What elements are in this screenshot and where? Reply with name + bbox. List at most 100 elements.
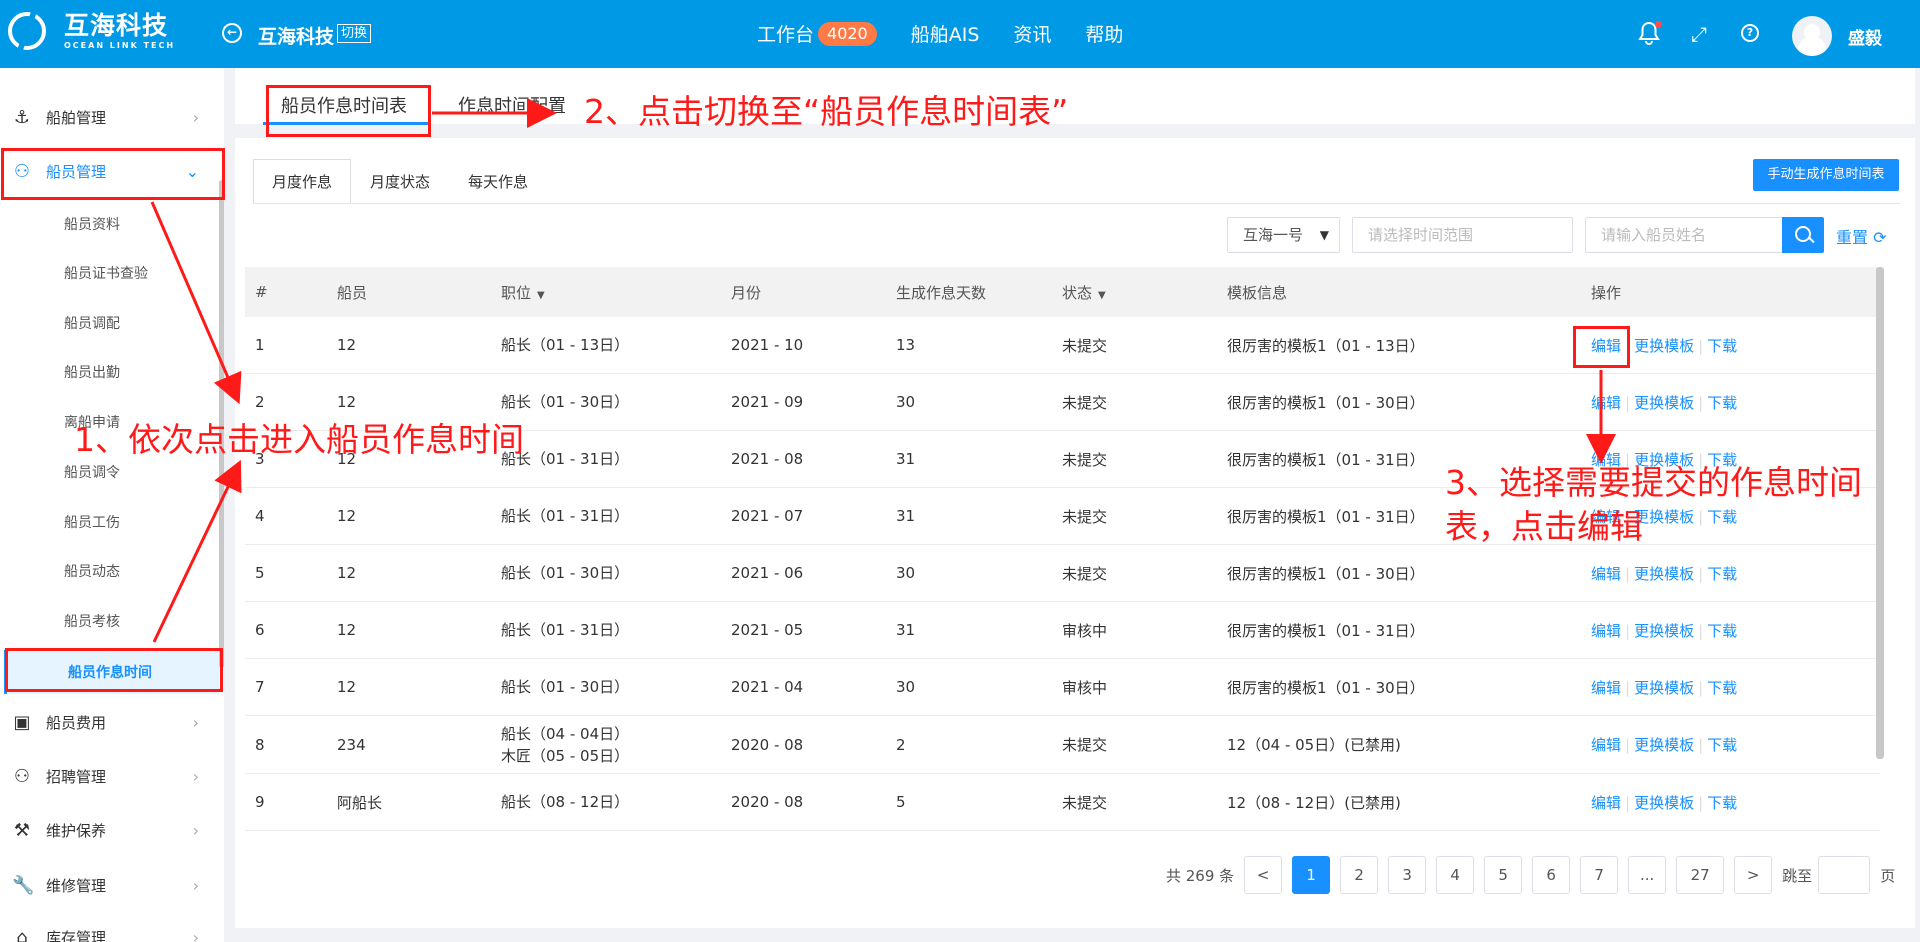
sidebar-sub-crew-dynamics[interactable]: 船员动态	[64, 561, 120, 581]
date-range-input[interactable]: 请选择时间范围	[1352, 217, 1573, 253]
ship-select[interactable]: 互海一号 ▼	[1227, 217, 1340, 253]
cell-status: 未提交	[1062, 793, 1108, 812]
download-link[interactable]: 下载	[1707, 679, 1737, 697]
nav-news[interactable]: 资讯	[1013, 20, 1051, 47]
download-link[interactable]: 下载	[1707, 394, 1737, 412]
position-line: 船长（01 - 30日）	[501, 564, 630, 582]
generate-schedule-button[interactable]: 手动生成作息时间表	[1753, 159, 1899, 191]
company-logo[interactable]: 互海科技 OCEAN LINK TECH	[8, 12, 175, 50]
back-icon[interactable]: ←	[222, 23, 242, 43]
cell-position: 船长（04 - 04日） 木匠（05 - 05日）	[491, 723, 721, 767]
fullscreen-icon[interactable]: ⤢	[1691, 22, 1707, 46]
edit-link[interactable]: 编辑	[1591, 565, 1621, 583]
cell-position: 船长（08 - 12日）	[491, 791, 721, 813]
cell-days: 2	[896, 735, 906, 754]
switch-company-button[interactable]: 切换	[337, 24, 372, 43]
cell-days: 5	[896, 793, 906, 811]
edit-link[interactable]: 编辑	[1591, 394, 1621, 412]
change-template-link[interactable]: 更换模板	[1634, 394, 1694, 412]
change-template-link[interactable]: 更换模板	[1634, 794, 1694, 812]
page-5-button[interactable]: 5	[1484, 856, 1523, 894]
sidebar-item-repair[interactable]: 🔧 维修管理 ›	[0, 858, 219, 912]
sidebar-item-inventory[interactable]: ⌂ 库存管理 ›	[0, 910, 219, 942]
sidebar-sub-crew-allocation[interactable]: 船员调配	[64, 313, 120, 333]
sidebar-sub-certificate-check[interactable]: 船员证书查验	[64, 263, 148, 283]
sidebar-sub-attendance[interactable]: 船员出勤	[64, 362, 120, 382]
change-template-link[interactable]: 更换模板	[1634, 337, 1694, 355]
cell-template: 很厉害的模板1（01 - 31日）	[1227, 621, 1425, 640]
workbench-count-badge: 4020	[818, 21, 877, 46]
action-separator: |	[1625, 678, 1631, 697]
page-4-button[interactable]: 4	[1436, 856, 1475, 894]
sidebar-item-maintenance[interactable]: ⚒ 维护保养 ›	[0, 803, 219, 857]
col-header-status[interactable]: 状态 ▼	[1052, 282, 1217, 303]
username[interactable]: 盛毅	[1848, 24, 1882, 49]
cell-days: 31	[896, 621, 916, 639]
nav-ship-ais[interactable]: 船舶AIS	[911, 20, 980, 47]
page-2-button[interactable]: 2	[1340, 856, 1379, 894]
avatar[interactable]	[1792, 16, 1832, 56]
change-template-link[interactable]: 更换模板	[1634, 622, 1694, 640]
page-7-button[interactable]: 7	[1580, 856, 1619, 894]
download-link[interactable]: 下载	[1707, 508, 1737, 526]
edit-link[interactable]: 编辑	[1591, 736, 1621, 754]
page-27-button[interactable]: 27	[1676, 856, 1725, 894]
edit-link[interactable]: 编辑	[1591, 679, 1621, 697]
change-template-link[interactable]: 更换模板	[1634, 679, 1694, 697]
tab-monthly-status[interactable]: 月度状态	[351, 159, 449, 204]
cell-actions: 编辑 | 更换模板 | 下载	[1581, 734, 1880, 755]
chevron-right-icon: ›	[192, 712, 199, 732]
reset-button[interactable]: 重置 ⟳	[1836, 224, 1887, 248]
page-1-button[interactable]: 1	[1292, 856, 1331, 894]
search-button[interactable]	[1782, 217, 1824, 253]
cell-index: 4	[255, 507, 265, 525]
bell-icon[interactable]	[1638, 21, 1662, 45]
prev-page-button[interactable]: <	[1244, 856, 1283, 894]
tab-daily-schedule[interactable]: 每天作息	[449, 159, 547, 204]
page-3-button[interactable]: 3	[1388, 856, 1427, 894]
chevron-right-icon: ›	[192, 927, 199, 942]
help-icon[interactable]: ?	[1741, 24, 1759, 42]
page-ellipsis[interactable]: ...	[1628, 856, 1667, 894]
notification-dot	[1655, 21, 1662, 28]
next-page-button[interactable]: >	[1734, 856, 1773, 894]
jump-page-input[interactable]	[1818, 856, 1871, 894]
tab-monthly-schedule[interactable]: 月度作息	[253, 159, 352, 204]
nav-help[interactable]: 帮助	[1085, 20, 1123, 47]
page-6-button[interactable]: 6	[1532, 856, 1571, 894]
reset-label: 重置	[1836, 228, 1869, 247]
sidebar-sub-crew-order[interactable]: 船员调令	[64, 462, 120, 482]
sidebar-sub-assessment[interactable]: 船员考核	[64, 611, 120, 631]
edit-link[interactable]: 编辑	[1591, 794, 1621, 812]
cell-crew: 12	[337, 621, 357, 639]
sidebar-sub-crew-profile[interactable]: 船员资料	[64, 214, 120, 234]
wallet-icon: ▣	[13, 711, 31, 733]
download-link[interactable]: 下载	[1707, 736, 1737, 754]
col-header-position[interactable]: 职位 ▼	[491, 282, 721, 303]
change-template-link[interactable]: 更换模板	[1634, 565, 1694, 583]
cell-month: 2020 - 08	[731, 793, 804, 811]
download-link[interactable]: 下载	[1707, 794, 1737, 812]
crew-name-input[interactable]: 请输入船员姓名	[1585, 217, 1783, 253]
sidebar-item-label: 库存管理	[46, 928, 107, 942]
caret-down-icon: ▼	[537, 289, 545, 301]
download-link[interactable]: 下载	[1707, 565, 1737, 583]
position-line: 船长（01 - 13日）	[501, 336, 630, 354]
change-template-link[interactable]: 更换模板	[1634, 508, 1694, 526]
table-row: 7 12 船长（01 - 30日） 2021 - 04 30 审核中 很厉害的模板1（01 …	[245, 659, 1880, 716]
chevron-right-icon: ›	[192, 107, 199, 127]
edit-link[interactable]: 编辑	[1591, 622, 1621, 640]
table-scrollbar[interactable]	[1876, 267, 1884, 759]
tab-rest-config[interactable]: 作息时间配置	[458, 92, 566, 118]
sidebar-sub-work-injury[interactable]: 船员工伤	[64, 512, 120, 532]
anchor-icon: ⚓	[13, 106, 31, 128]
download-link[interactable]: 下载	[1707, 622, 1737, 640]
nav-workbench[interactable]: 工作台 4020	[757, 20, 877, 47]
change-template-link[interactable]: 更换模板	[1634, 736, 1694, 754]
cell-crew: 234	[337, 735, 366, 754]
sidebar-item-recruitment[interactable]: ⚇ 招聘管理 ›	[0, 749, 219, 803]
download-link[interactable]: 下载	[1707, 337, 1737, 355]
total-count: 共 269 条	[1166, 866, 1235, 885]
sidebar-item-crew-expense[interactable]: ▣ 船员费用 ›	[0, 695, 219, 749]
sidebar-item-ship-management[interactable]: ⚓ 船舶管理 ›	[0, 90, 219, 144]
